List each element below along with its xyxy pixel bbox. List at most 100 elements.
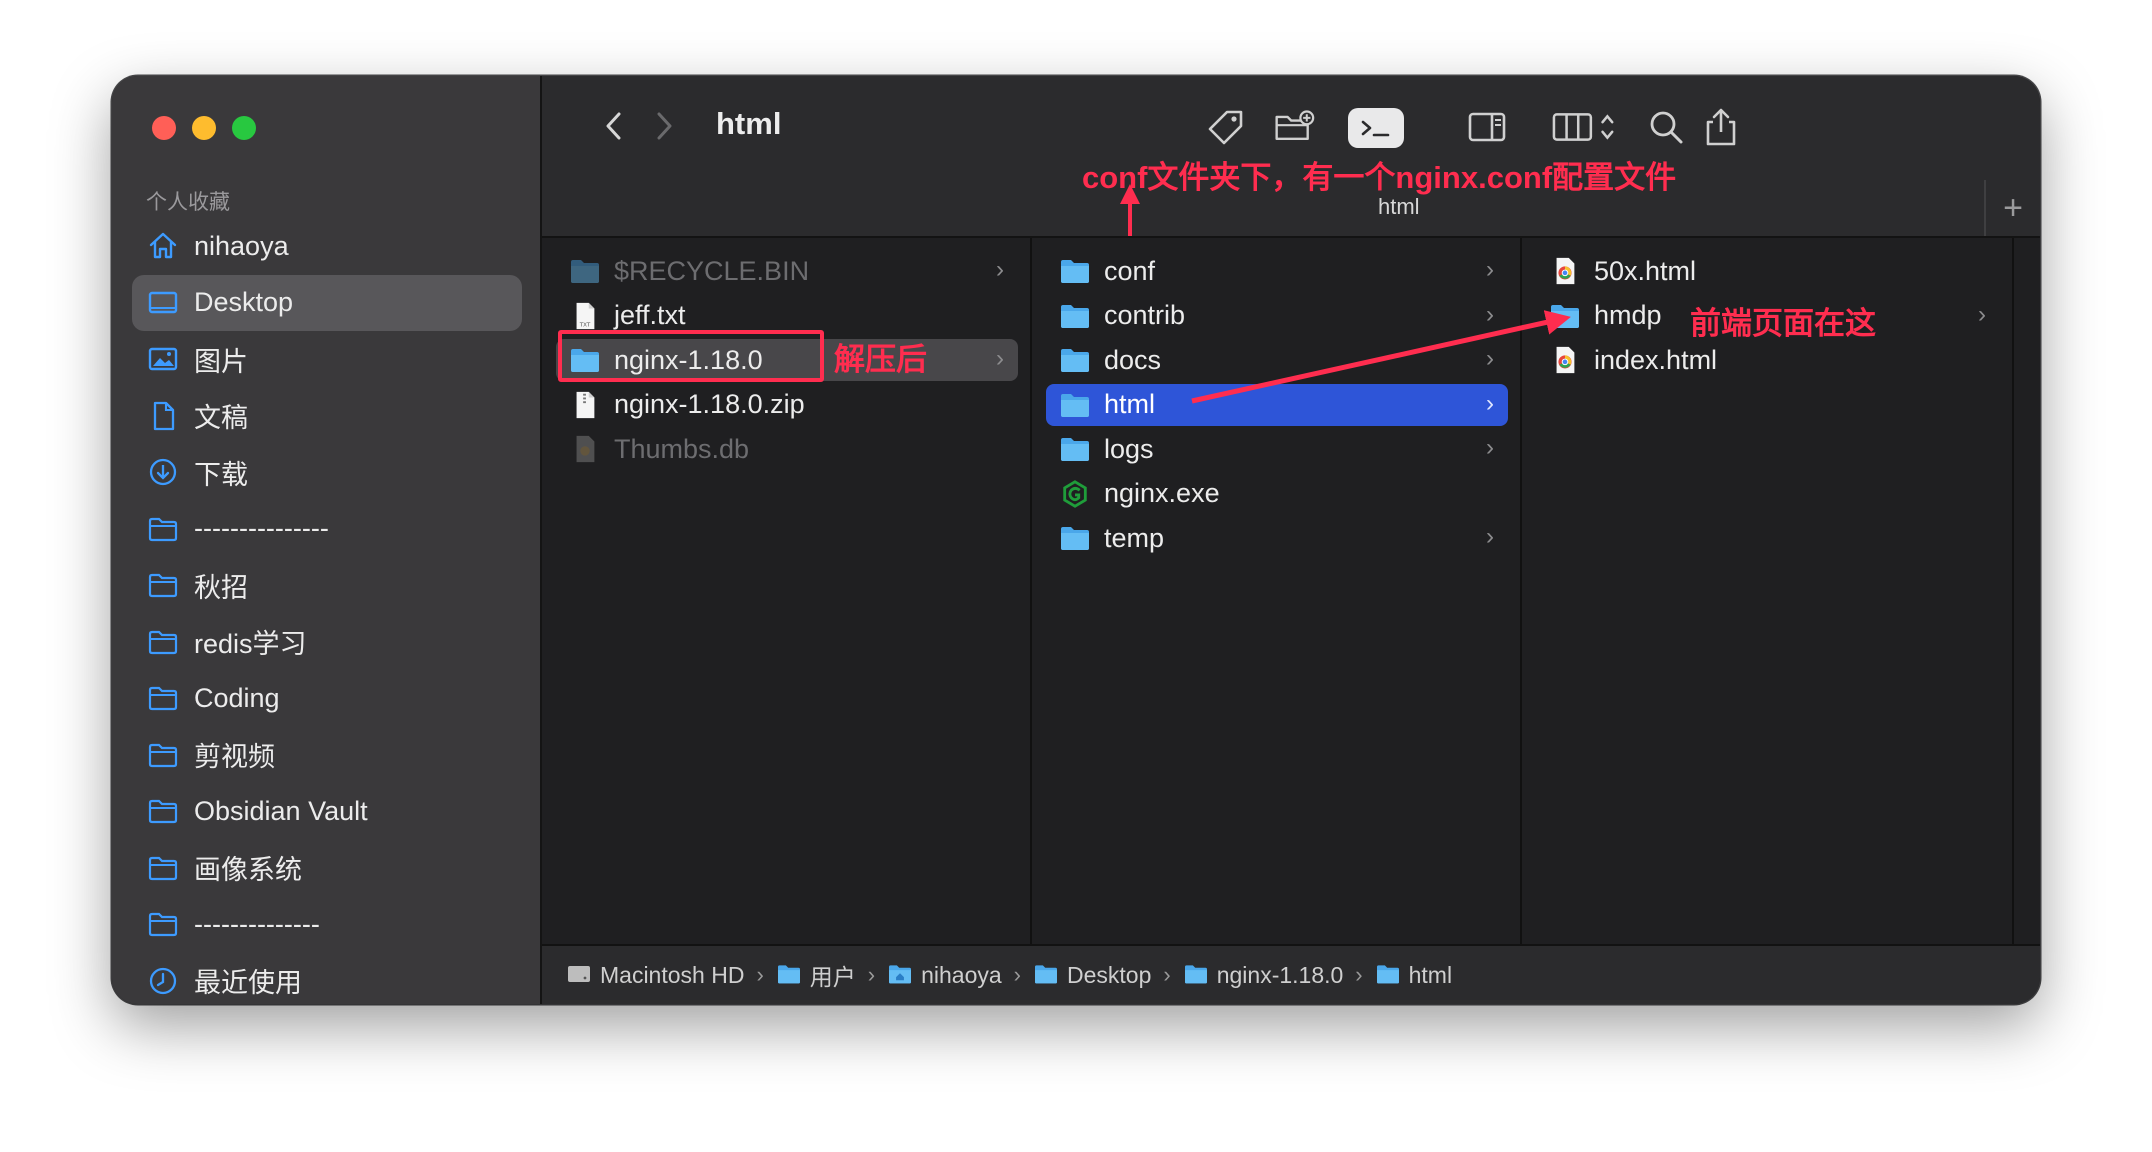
- folder-icon: [1058, 299, 1092, 333]
- path-crumb[interactable]: Macintosh HD: [566, 962, 744, 989]
- zoom-button[interactable]: [232, 116, 256, 140]
- folder-icon: [146, 568, 180, 602]
- file-row[interactable]: docs ›: [1046, 339, 1508, 381]
- path-separator-icon: ›: [1163, 962, 1171, 987]
- folder-icon: [146, 625, 180, 659]
- sidebar-item[interactable]: 图片: [132, 331, 522, 388]
- desktop-icon: [146, 286, 180, 320]
- file-row[interactable]: nginx-1.18.0.zip: [556, 384, 1018, 426]
- sidebar-item-label: ---------------: [194, 513, 329, 544]
- path-crumb[interactable]: 用户: [776, 958, 856, 992]
- file-name: conf: [1104, 255, 1156, 286]
- minimize-button[interactable]: [192, 116, 216, 140]
- sidebar-item-label: --------------: [194, 908, 320, 939]
- file-row[interactable]: conf ›: [1046, 250, 1508, 292]
- file-row[interactable]: index.html: [1536, 339, 2000, 381]
- path-crumb[interactable]: nihaoya: [887, 962, 1002, 989]
- sidebar-item[interactable]: 下载: [132, 444, 522, 501]
- folder-icon: [146, 738, 180, 772]
- path-crumb[interactable]: nginx-1.18.0: [1183, 962, 1343, 989]
- path-crumb[interactable]: Desktop: [1033, 962, 1151, 989]
- new-tab-button[interactable]: +: [1984, 180, 2040, 236]
- path-separator-icon: ›: [867, 962, 876, 987]
- sidebar-item[interactable]: 文稿: [132, 388, 522, 445]
- sidebar-item[interactable]: redis学习: [132, 614, 522, 671]
- sidebar-item[interactable]: ---------------: [132, 501, 522, 558]
- folder-icon: [1548, 299, 1582, 333]
- path-crumb[interactable]: html: [1375, 962, 1452, 989]
- sidebar-right-icon: [1468, 112, 1506, 142]
- sidebar-item[interactable]: Obsidian Vault: [132, 783, 522, 840]
- file-row[interactable]: nginx.exe: [1046, 473, 1508, 515]
- folder-icon: [1033, 963, 1059, 987]
- sidebar: 个人收藏 nihaoya Desktop 图片 文稿 下载 ---------------…: [112, 76, 542, 1004]
- new-folder-button[interactable]: [1268, 100, 1320, 154]
- path-crumb-label: Macintosh HD: [600, 961, 745, 988]
- path-bar: Macintosh HD › 用户 › nihaoya › Desktop › nginx-1.…: [542, 944, 2040, 1004]
- terminal-button[interactable]: [1348, 108, 1404, 148]
- sidebar-item-label: 秋招: [194, 572, 248, 603]
- sidebar-item[interactable]: 最近使用: [132, 953, 522, 1005]
- svg-text:TXT: TXT: [579, 322, 591, 328]
- file-row[interactable]: logs ›: [1046, 428, 1508, 470]
- sidebar-item[interactable]: 秋招: [132, 557, 522, 614]
- tab-title[interactable]: html: [1378, 194, 1420, 220]
- tag-button[interactable]: [1202, 100, 1250, 154]
- clock-icon: [146, 964, 180, 998]
- back-button[interactable]: [594, 104, 634, 148]
- file-name: nginx.exe: [1104, 478, 1220, 508]
- chevron-right-icon: ›: [1486, 523, 1494, 550]
- sidebar-item[interactable]: --------------: [132, 896, 522, 953]
- preview-pane-button[interactable]: [1462, 100, 1512, 154]
- db-file-icon: [568, 432, 602, 466]
- chevron-right-icon: [657, 112, 672, 140]
- close-button[interactable]: [152, 116, 176, 140]
- sidebar-item[interactable]: nihaoya: [132, 218, 522, 275]
- column-nginx: conf › contrib › docs › html › logs › nginx.exe tem…: [1032, 238, 1522, 944]
- path-crumb-label: nihaoya: [921, 961, 1002, 988]
- terminal-icon: [1361, 120, 1390, 137]
- file-name: index.html: [1594, 344, 1718, 375]
- tag-icon: [1208, 110, 1243, 145]
- toolbar: html conf文件夹下，有一个nginx.conf配置文件 html +: [542, 76, 2040, 238]
- sidebar-item-label: 最近使用: [194, 968, 302, 999]
- search-button[interactable]: [1642, 100, 1690, 154]
- share-button[interactable]: [1698, 100, 1744, 154]
- sidebar-item-label: nihaoya: [194, 230, 289, 261]
- file-name: logs: [1104, 433, 1154, 464]
- file-row[interactable]: Thumbs.db: [556, 428, 1018, 470]
- folder-icon: [568, 254, 602, 288]
- chrome-html-icon: [1548, 254, 1582, 288]
- folder-icon: [1375, 963, 1401, 987]
- chevron-right-icon: ›: [996, 256, 1004, 283]
- sidebar-item-label: 图片: [194, 346, 248, 377]
- column-html: 50x.html hmdp › index.html: [1522, 238, 2014, 944]
- folder-icon: [776, 963, 802, 987]
- sidebar-item-label: redis学习: [194, 629, 307, 660]
- sidebar-item[interactable]: 剪视频: [132, 727, 522, 784]
- file-row[interactable]: contrib ›: [1046, 295, 1508, 337]
- folder-icon: [1058, 432, 1092, 466]
- view-options-button[interactable]: [1550, 100, 1622, 154]
- sidebar-item[interactable]: Coding: [132, 670, 522, 727]
- search-icon: [1650, 111, 1683, 144]
- file-name: docs: [1104, 344, 1162, 375]
- text-file-icon: TXT: [568, 299, 602, 333]
- column-view-icon: [1552, 113, 1614, 141]
- folder-icon: [1183, 963, 1209, 987]
- forward-button[interactable]: [644, 104, 684, 148]
- sidebar-item[interactable]: 画像系统: [132, 840, 522, 897]
- file-row[interactable]: temp ›: [1046, 517, 1508, 559]
- folder-icon: [146, 681, 180, 715]
- file-row[interactable]: html ›: [1046, 383, 1508, 426]
- chevron-right-icon: ›: [1486, 434, 1494, 461]
- folder-icon: [146, 794, 180, 828]
- file-row[interactable]: 50x.html: [1536, 250, 2000, 292]
- chevron-right-icon: ›: [1486, 345, 1494, 372]
- file-row[interactable]: $RECYCLE.BIN ›: [556, 250, 1018, 292]
- sidebar-item-label: Obsidian Vault: [194, 795, 368, 826]
- folder-icon: [146, 851, 180, 885]
- sidebar-item[interactable]: Desktop: [132, 274, 522, 331]
- favorites-section-title: 个人收藏: [146, 191, 230, 214]
- file-name: 50x.html: [1594, 255, 1697, 286]
